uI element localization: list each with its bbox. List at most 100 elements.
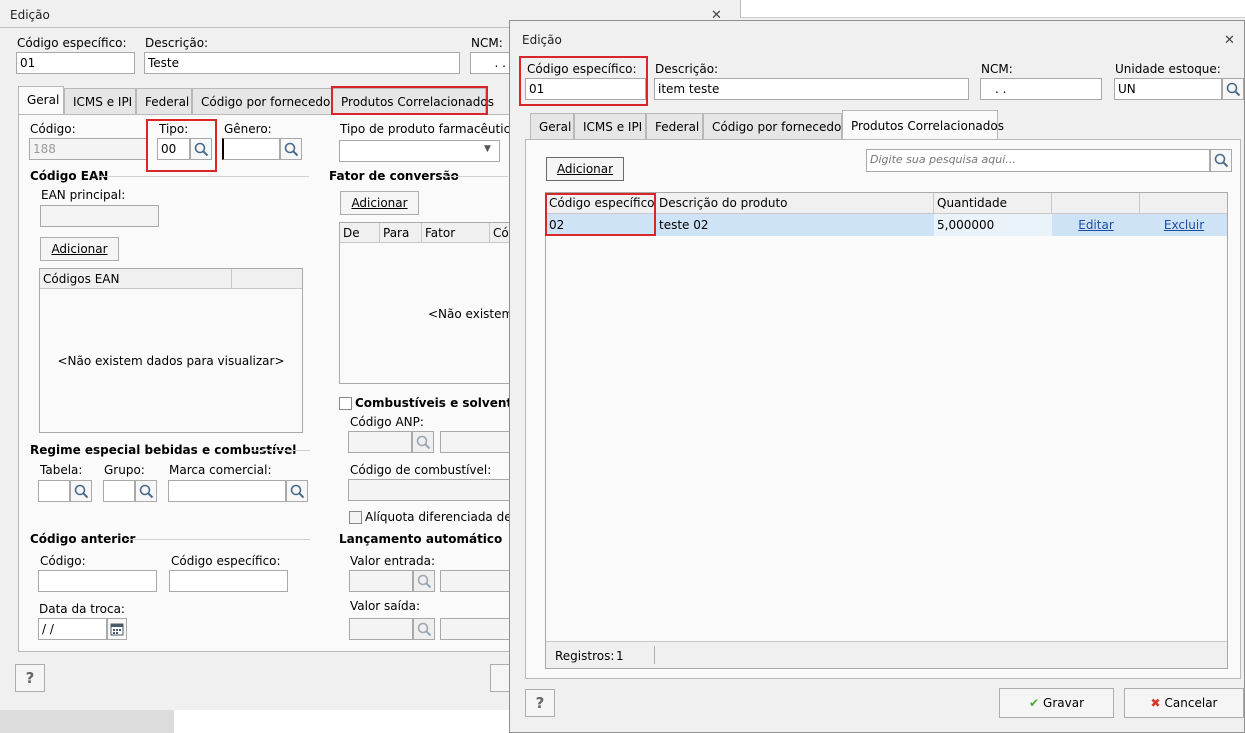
back-bottom-bar-right [174, 710, 514, 733]
search-icon [416, 435, 431, 450]
front-descricao-input[interactable]: item teste [654, 78, 969, 100]
back-tabela-search-button[interactable] [70, 480, 92, 502]
search-icon [1214, 153, 1229, 168]
front-search-input[interactable]: Digite sua pesquisa aqui... [866, 149, 1210, 172]
front-gravar-button[interactable]: ✔ Gravar [999, 688, 1114, 718]
row-quantidade: 5,000000 [934, 214, 1052, 236]
front-unidade-input[interactable]: UN [1114, 78, 1222, 100]
back-tipo-farma-label: Tipo de produto farmacêutico: [340, 122, 522, 136]
back-ca-codigo-input[interactable] [38, 570, 157, 592]
front-tab-geral[interactable]: Geral [530, 113, 574, 140]
back-descricao-input[interactable]: Teste [144, 52, 460, 74]
front-adicionar-button[interactable]: Adicionar [546, 157, 624, 181]
back-lancamento-header: Lançamento automático [339, 532, 503, 546]
back-marca-input[interactable] [168, 480, 286, 502]
back-valor-saida-search-button [413, 618, 435, 640]
back-ean-empty-text: <Não existem dados para visualizar> [57, 354, 285, 368]
front-search-button[interactable] [1210, 149, 1232, 172]
back-genero-search-button[interactable] [280, 138, 302, 160]
front-close-icon[interactable]: ✕ [1224, 33, 1235, 48]
back-ean-principal-input [40, 205, 159, 227]
back-tab-geral[interactable]: Geral [18, 86, 64, 115]
back-ean-principal-label: EAN principal: [41, 188, 126, 202]
back-ca-codigo-especifico-input[interactable] [169, 570, 288, 592]
front-tab-produtos-correlacionados[interactable]: Produtos Correlacionados [842, 110, 1004, 139]
back-anp-desc-input [440, 431, 510, 453]
front-codigo-column-highlight [545, 193, 656, 236]
row-editar-cell: Editar [1052, 214, 1140, 236]
back-window-title: Edição [10, 8, 50, 22]
front-col-quantidade[interactable]: Quantidade [934, 193, 1052, 214]
back-genero-label: Gênero: [224, 122, 272, 136]
back-ean-adicionar-label: Adicionar [51, 242, 108, 256]
back-grupo-input[interactable] [103, 480, 135, 502]
back-codigo-anterior-divider [124, 539, 310, 540]
back-fator-col-de[interactable]: De [340, 223, 380, 243]
front-cancelar-button[interactable]: ✖ Cancelar [1124, 688, 1244, 718]
back-ean-adicionar-button[interactable]: Adicionar [40, 237, 119, 261]
back-fator-grid-header: De Para Fator Có [340, 223, 511, 243]
back-codigo-input: 188 [29, 138, 147, 160]
search-icon [139, 484, 154, 499]
front-window-title: Edição [522, 33, 562, 47]
back-data-troca-calendar-button[interactable] [107, 618, 127, 640]
back-codigo-anp-input [348, 431, 412, 453]
back-ca-codigo-label: Código: [40, 554, 86, 568]
row-excluir-link[interactable]: Excluir [1164, 218, 1204, 232]
back-aliquota-checkbox[interactable] [349, 511, 362, 524]
back-valor-entrada-label: Valor entrada: [350, 554, 436, 568]
back-marca-search-button[interactable] [286, 480, 308, 502]
front-tab-codigo-fornecedor[interactable]: Código por fornecedor [703, 113, 846, 140]
back-fator-col-fator[interactable]: Fator [422, 223, 490, 243]
back-marca-label: Marca comercial: [169, 463, 272, 477]
front-footer-divider [654, 646, 655, 664]
front-tab-federal[interactable]: Federal [646, 113, 703, 140]
back-combustiveis-checkbox[interactable] [339, 397, 352, 410]
check-icon: ✔ [1028, 696, 1040, 710]
search-icon [290, 484, 305, 499]
back-valor-entrada-search-button [413, 570, 435, 592]
front-col-editar [1052, 193, 1140, 214]
back-ean-col-codigos[interactable]: Códigos EAN [40, 269, 232, 289]
back-fator-grid: De Para Fator Có <Não existem d [339, 222, 525, 384]
chevron-down-icon[interactable]: ▼ [484, 144, 491, 154]
back-grupo-label: Grupo: [104, 463, 145, 477]
back-ean-grid-header: Códigos EAN [40, 269, 302, 289]
search-icon [284, 142, 299, 157]
back-tab-icms-ipi[interactable]: ICMS e IPI [64, 88, 136, 115]
back-valor-entrada-input [349, 570, 413, 592]
back-tab-codigo-fornecedor[interactable]: Código por fornecedor [192, 88, 335, 115]
front-help-button[interactable]: ? [525, 689, 555, 717]
back-genero-input[interactable] [222, 138, 280, 160]
front-unidade-search-button[interactable] [1222, 78, 1244, 100]
front-search-placeholder: Digite sua pesquisa aqui... [870, 153, 1016, 166]
calendar-icon [110, 623, 124, 636]
row-editar-link[interactable]: Editar [1078, 218, 1114, 232]
back-help-button[interactable]: ? [15, 664, 45, 692]
back-tipo-farma-select[interactable] [339, 140, 500, 162]
back-grupo-search-button[interactable] [135, 480, 157, 502]
back-ncm-input[interactable]: . . [470, 52, 510, 74]
front-col-descricao[interactable]: Descrição do produto [656, 193, 934, 214]
front-registros-label: Registros: [555, 649, 615, 663]
back-tab-federal[interactable]: Federal [136, 88, 192, 115]
back-valor-saida-input [349, 618, 413, 640]
front-descricao-label: Descrição: [655, 62, 719, 76]
front-ncm-label: NCM: [981, 62, 1013, 76]
back-valor-entrada-desc [440, 570, 510, 592]
front-adicionar-label: Adicionar [556, 162, 614, 176]
back-combustiveis-label: Combustíveis e solventes [355, 396, 528, 410]
back-tabela-input[interactable] [38, 480, 70, 502]
back-codigo-combustivel-input [348, 479, 510, 501]
back-codigo-especifico-label: Código específico: [17, 36, 127, 50]
back-fator-divider [440, 176, 508, 177]
front-tab-icms-ipi[interactable]: ICMS e IPI [574, 113, 646, 140]
back-regime-divider [250, 450, 310, 451]
back-fator-adicionar-button[interactable]: Adicionar [340, 191, 419, 215]
back-codigo-especifico-input[interactable]: 01 [16, 52, 135, 74]
front-ncm-input[interactable]: . . [980, 78, 1102, 100]
back-data-troca-input[interactable]: / / [38, 618, 107, 640]
front-gravar-label: Gravar [1043, 696, 1085, 710]
back-data-troca-label: Data da troca: [39, 602, 125, 616]
back-fator-col-para[interactable]: Para [380, 223, 422, 243]
